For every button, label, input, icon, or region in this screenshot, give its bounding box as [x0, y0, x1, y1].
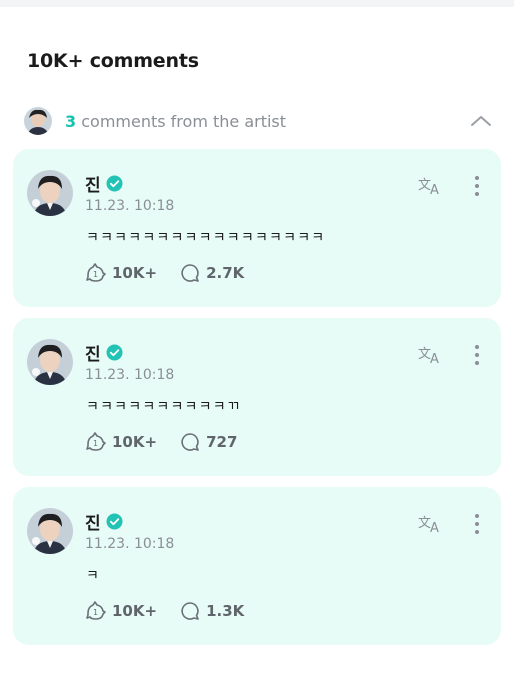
artist-comments-toggle[interactable]: 3 comments from the artist [24, 106, 494, 136]
artist-comment-card: 진 11.23. 10:18 ㅋㅋㅋㅋㅋㅋㅋㅋㅋㅋㄲ 文A 1 10K+ 727 [13, 318, 501, 476]
translate-icon[interactable]: 文A [417, 342, 445, 366]
svg-text:A: A [430, 521, 439, 534]
artist-mini-avatar [24, 107, 52, 135]
comments-count-title: 10K+ comments [27, 50, 199, 72]
reply-icon [179, 431, 201, 453]
artist-comments-label: 3 comments from the artist [65, 112, 286, 131]
reply-icon [179, 262, 201, 284]
comment-text: ㅋㅋㅋㅋㅋㅋㅋㅋㅋㅋㄲ [86, 399, 241, 415]
verified-icon [106, 175, 123, 192]
like-icon: 1 [85, 431, 107, 453]
like-count: 10K+ [112, 264, 158, 282]
svg-text:A: A [430, 183, 439, 196]
comment-timestamp: 11.23. 10:18 [85, 536, 175, 552]
like-button[interactable]: 1 10K+ [85, 262, 157, 284]
svg-text:1: 1 [93, 270, 98, 279]
top-divider [0, 0, 514, 7]
svg-text:A: A [430, 352, 439, 365]
reply-icon [179, 600, 201, 622]
artist-comment-count: 3 [65, 111, 77, 131]
comment-text: ㅋ [86, 568, 101, 584]
verified-icon [106, 344, 123, 361]
svg-text:1: 1 [93, 608, 98, 617]
svg-text:1: 1 [93, 439, 98, 448]
like-button[interactable]: 1 10K+ [85, 431, 157, 453]
reply-count: 1.3K [206, 602, 245, 620]
verified-icon [106, 513, 123, 530]
more-vertical-icon[interactable] [467, 173, 487, 199]
author-name[interactable]: 진 [85, 171, 101, 196]
like-icon: 1 [85, 262, 107, 284]
translate-icon[interactable]: 文A [417, 511, 445, 535]
like-button[interactable]: 1 10K+ [85, 600, 157, 622]
reply-count: 727 [206, 433, 238, 451]
like-count: 10K+ [112, 602, 158, 620]
author-avatar[interactable] [27, 508, 73, 554]
more-vertical-icon[interactable] [467, 511, 487, 537]
comment-timestamp: 11.23. 10:18 [85, 367, 175, 383]
comment-timestamp: 11.23. 10:18 [85, 198, 175, 214]
artist-comment-card: 진 11.23. 10:18 ㅋㅋㅋㅋㅋㅋㅋㅋㅋㅋㅋㅋㅋㅋㅋㅋㅋ 文A 1 10… [13, 149, 501, 307]
comment-text: ㅋㅋㅋㅋㅋㅋㅋㅋㅋㅋㅋㅋㅋㅋㅋㅋㅋ [86, 230, 326, 246]
reply-button[interactable]: 2.7K [179, 262, 244, 284]
like-count: 10K+ [112, 433, 158, 451]
artist-comment-card: 진 11.23. 10:18 ㅋ 文A 1 10K+ 1.3K [13, 487, 501, 645]
like-icon: 1 [85, 600, 107, 622]
reply-count: 2.7K [206, 264, 245, 282]
author-avatar[interactable] [27, 339, 73, 385]
more-vertical-icon[interactable] [467, 342, 487, 368]
reply-button[interactable]: 1.3K [179, 600, 244, 622]
artist-comments-text: comments from the artist [76, 111, 287, 131]
author-name[interactable]: 진 [85, 509, 101, 534]
chevron-up-icon[interactable] [468, 109, 494, 133]
author-name[interactable]: 진 [85, 340, 101, 365]
author-avatar[interactable] [27, 170, 73, 216]
translate-icon[interactable]: 文A [417, 173, 445, 197]
reply-button[interactable]: 727 [179, 431, 237, 453]
